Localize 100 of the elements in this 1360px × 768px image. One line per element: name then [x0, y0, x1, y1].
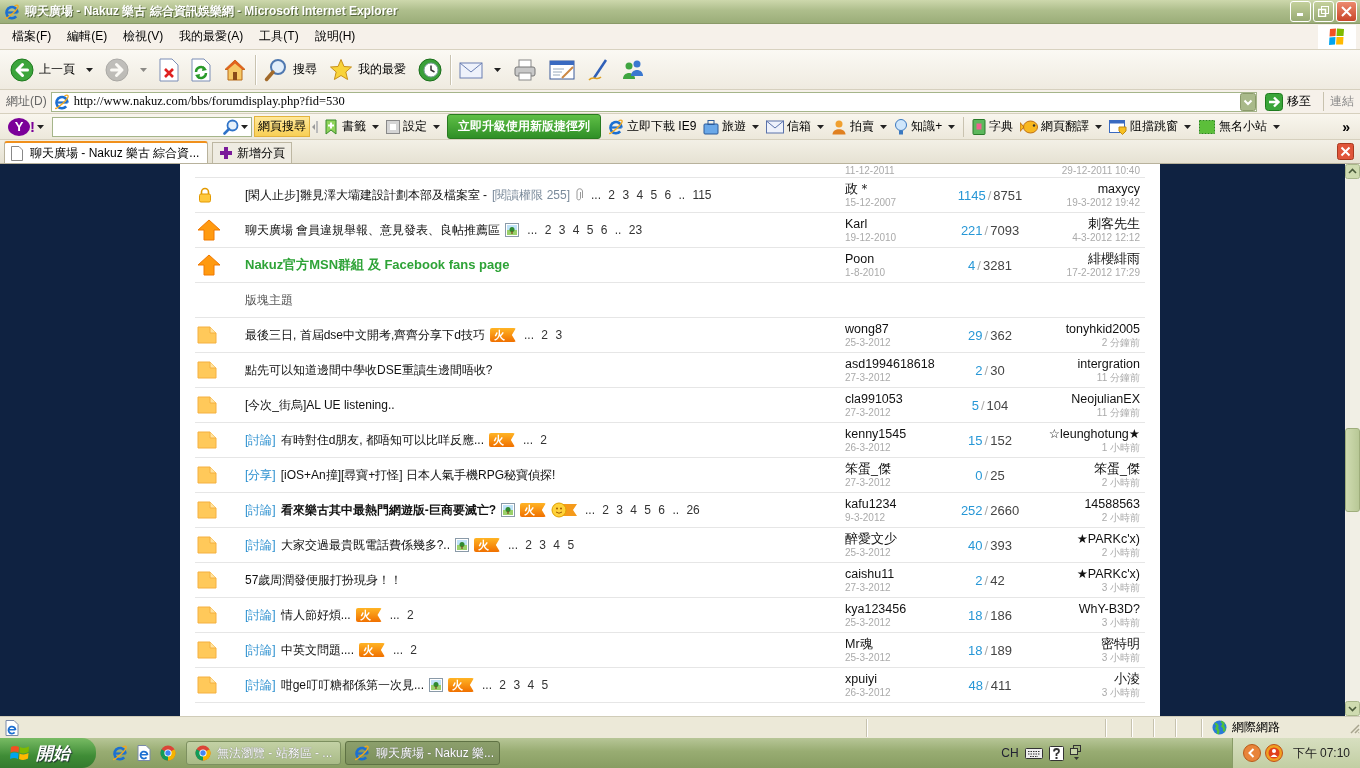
author-name[interactable]: Poon	[845, 251, 875, 267]
author-name[interactable]: asd1994618618	[845, 356, 935, 372]
author-name[interactable]: kafu1234	[845, 496, 897, 512]
menu-item[interactable]: 檢視(V)	[115, 26, 172, 47]
start-button[interactable]: 開始	[0, 738, 96, 768]
author-name[interactable]: kenny1545	[845, 426, 907, 442]
menu-item[interactable]: 說明(H)	[306, 26, 364, 47]
page-links[interactable]: ... 2	[523, 433, 548, 447]
last-poster-name[interactable]: 笨蛋_傑	[1094, 461, 1140, 477]
topic-link[interactable]: 有時對住d朋友, 都唔知可以比咩反應...	[280, 431, 484, 449]
settings-button[interactable]: 設定	[383, 116, 443, 137]
page-links[interactable]: ... 2 3 4 5	[508, 538, 575, 552]
favorites-button[interactable]: 我的最愛	[325, 54, 410, 85]
last-poster-name[interactable]: NeojulianEX	[1071, 391, 1140, 407]
page-links[interactable]: ... 2 3 4 5 6 .. 26	[585, 503, 700, 517]
scrollbar-thumb[interactable]	[1345, 428, 1360, 512]
menu-item[interactable]: 我的最愛(A)	[171, 26, 252, 47]
last-poster-name[interactable]: ☆leunghotung★	[1048, 426, 1140, 442]
topic-link[interactable]: [iOS+An撞][尋寶+打怪] 日本人氣手機RPG秘寶偵探!	[280, 466, 556, 484]
dictionary-button[interactable]: 字典	[969, 116, 1017, 137]
page-links[interactable]: ... 2	[393, 643, 418, 657]
topic-link[interactable]: 情人節好煩...	[280, 606, 351, 624]
last-poster-name[interactable]: 小淩	[1114, 671, 1140, 687]
menu-item[interactable]: 編輯(E)	[59, 26, 116, 47]
category-link[interactable]: [討論]	[245, 536, 276, 554]
minimize-button[interactable]	[1290, 1, 1311, 22]
author-name[interactable]: xpuiyi	[845, 671, 877, 687]
mail-button[interactable]: 信箱	[763, 116, 828, 137]
author-name[interactable]: cla991053	[845, 391, 903, 407]
author-name[interactable]: wong87	[845, 321, 889, 337]
topic-link[interactable]: 最後三日, 首屆dse中文開考,齊齊分享下d技巧	[245, 326, 486, 344]
last-poster-name[interactable]: 緋櫻緋雨	[1088, 251, 1140, 267]
topic-link[interactable]: 大家交過最貴既電話費係幾多?..	[280, 536, 450, 554]
search-field[interactable]	[52, 116, 252, 137]
restore-button[interactable]	[1313, 1, 1334, 22]
topic-link[interactable]: 咁ge叮叮糖都係第一次見...	[280, 676, 425, 694]
last-poster-name[interactable]: ★PARKc'x)	[1076, 566, 1140, 582]
new-tab-button[interactable]: 新增分頁	[212, 142, 293, 163]
scroll-down-button[interactable]	[1345, 701, 1360, 716]
close-tab-button[interactable]	[1337, 143, 1354, 160]
go-button[interactable]: 移至	[1261, 91, 1319, 112]
chevron-circle-icon[interactable]	[1242, 744, 1261, 762]
back-button[interactable]: 上一頁	[6, 54, 97, 85]
popup-blocker-button[interactable]: 阻擋跳窗	[1106, 116, 1195, 137]
topic-link[interactable]: 中英文問題....	[280, 641, 354, 659]
web-search-button[interactable]: 網頁搜尋	[254, 116, 310, 137]
last-poster-name[interactable]: maxycy	[1097, 181, 1140, 197]
topic-link[interactable]: 聊天廣場 會員違規舉報、意見發表、良帖推薦區	[245, 221, 501, 239]
help-icon[interactable]	[1048, 745, 1064, 761]
topic-link[interactable]: 57歲周潤發便服打扮現身！！	[245, 571, 403, 589]
browser-tab[interactable]: 聊天廣場 - Nakuz 樂古 綜合資...	[4, 141, 209, 163]
category-link[interactable]: [討論]	[245, 641, 276, 659]
language-indicator[interactable]: CH	[1001, 746, 1019, 760]
author-name[interactable]: caishu11	[845, 566, 895, 582]
bookmarks-button[interactable]: 書籤	[320, 116, 382, 137]
last-poster-name[interactable]: ★PARKc'x)	[1076, 531, 1140, 547]
page-links[interactable]: ... 2 3	[524, 328, 563, 342]
last-poster-name[interactable]: intergration	[1077, 356, 1140, 372]
topic-link[interactable]: 點先可以知道邊間中學收DSE重讀生邊間唔收?	[245, 361, 493, 379]
menu-item[interactable]: 檔案(F)	[4, 26, 60, 47]
topic-link[interactable]: [閑人止步]雛見澤大壩建設計劃本部及檔案室 -	[245, 186, 487, 204]
page-links[interactable]: ... 2	[389, 608, 414, 622]
keyboard-icon[interactable]	[1024, 746, 1043, 760]
scroll-up-button[interactable]	[1345, 164, 1360, 179]
last-poster-name[interactable]: WhY-B3D?	[1078, 601, 1140, 617]
translate-button[interactable]: 網頁翻譯	[1017, 116, 1106, 137]
more-button[interactable]: »	[1338, 118, 1354, 135]
last-poster-name[interactable]: 14588563	[1084, 496, 1140, 512]
page-links[interactable]: ... 2 3 4 5	[482, 678, 549, 692]
category-link[interactable]: [討論]	[245, 431, 276, 449]
travel-button[interactable]: 旅遊	[700, 116, 763, 137]
author-name[interactable]: 政＊	[845, 181, 871, 197]
last-poster-name[interactable]: 密特明	[1101, 636, 1140, 652]
page-links[interactable]: ... 2 3 4 5 6 .. 115	[591, 188, 712, 202]
search-button[interactable]: 搜尋	[260, 54, 321, 85]
category-link[interactable]: [分享]	[245, 466, 276, 484]
close-button[interactable]	[1336, 1, 1357, 22]
category-link[interactable]: [討論]	[245, 501, 276, 519]
topic-link[interactable]: [今次_街烏]AL UE listening..	[245, 396, 395, 414]
knowledge-button[interactable]: 知識+	[891, 116, 959, 137]
page-links[interactable]: ... 2 3 4 5 6 .. 23	[527, 223, 643, 237]
site-button[interactable]: 無名小站	[1195, 116, 1284, 137]
post-date: 25-3-2012	[845, 616, 891, 629]
download-button[interactable]: 立即下載 IE9	[605, 116, 700, 137]
window-icon[interactable]	[1069, 745, 1082, 761]
author-name[interactable]: Mr魂	[845, 636, 873, 652]
address-field[interactable]: http://www.nakuz.com/bbs/forumdisplay.php?fid=530	[50, 91, 1257, 112]
author-name[interactable]: Karl	[845, 216, 868, 232]
category-link[interactable]: [討論]	[245, 676, 276, 694]
author-name[interactable]: kya123456	[845, 601, 907, 617]
menu-item[interactable]: 工具(T)	[251, 26, 307, 47]
last-poster-name[interactable]: 刺客先生	[1088, 216, 1140, 232]
category-link[interactable]: [討論]	[245, 606, 276, 624]
auction-button[interactable]: 拍賣	[828, 116, 891, 137]
topic-link[interactable]: 看來樂古其中最熱門網遊版-巨商要滅亡?	[280, 501, 496, 519]
person-circle-icon[interactable]	[1264, 744, 1283, 762]
author-name[interactable]: 醉愛文少	[845, 531, 897, 547]
count-separator: /	[984, 642, 989, 658]
last-poster-name[interactable]: tonyhkid2005	[1065, 321, 1140, 337]
author-name[interactable]: 笨蛋_傑	[845, 461, 891, 477]
